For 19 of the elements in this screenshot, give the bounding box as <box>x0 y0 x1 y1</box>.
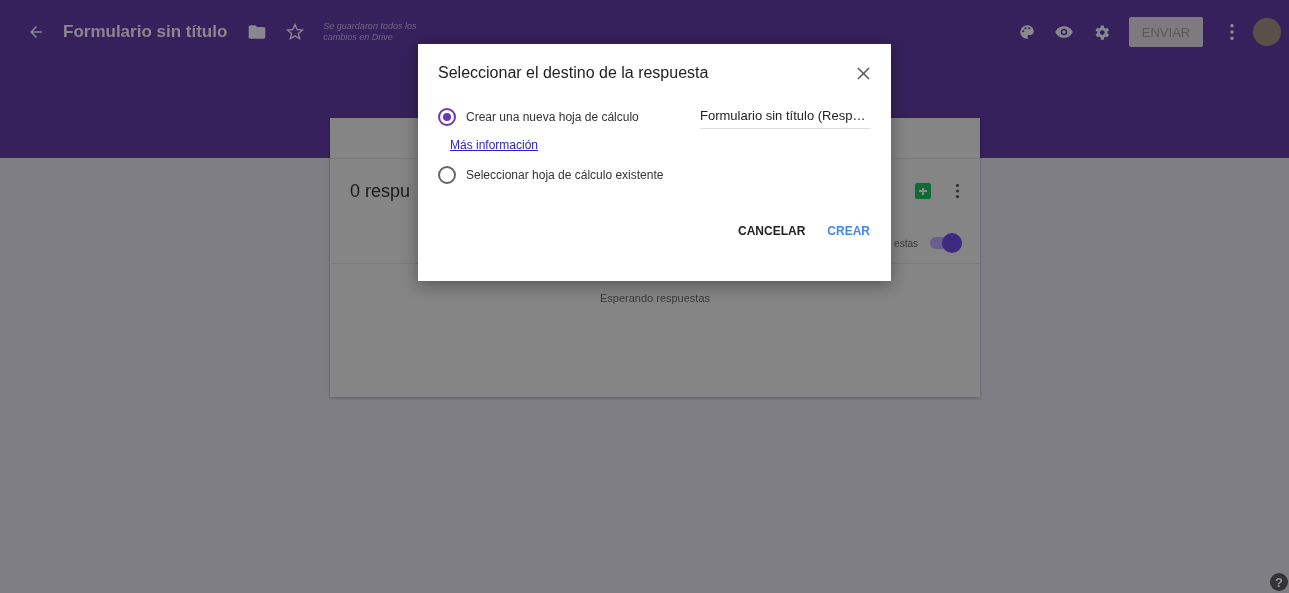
option-label: Seleccionar hoja de cálculo existente <box>466 168 664 182</box>
option-label: Crear una nueva hoja de cálculo <box>466 110 639 124</box>
help-icon[interactable]: ? <box>1270 573 1288 591</box>
radio-button[interactable] <box>438 166 456 184</box>
form-title[interactable]: Formulario sin título <box>63 22 228 42</box>
dialog-title: Seleccionar el destino de la respuesta <box>438 64 709 82</box>
radio-button[interactable] <box>438 108 456 126</box>
more-vertical-icon[interactable] <box>1229 23 1235 41</box>
star-icon[interactable] <box>285 22 306 42</box>
create-button[interactable]: CREAR <box>827 220 870 242</box>
close-icon[interactable] <box>857 66 870 80</box>
save-status: Se guardaron todos los cambios en Drive <box>323 21 418 43</box>
palette-icon[interactable] <box>1018 23 1036 41</box>
folder-icon[interactable] <box>247 22 268 42</box>
more-info-link[interactable]: Más información <box>450 138 539 152</box>
cancel-button[interactable]: CANCELAR <box>738 220 806 242</box>
toggle-label: estas <box>894 237 918 249</box>
more-vertical-icon[interactable] <box>955 183 960 199</box>
responses-count: 0 respu <box>350 180 411 202</box>
